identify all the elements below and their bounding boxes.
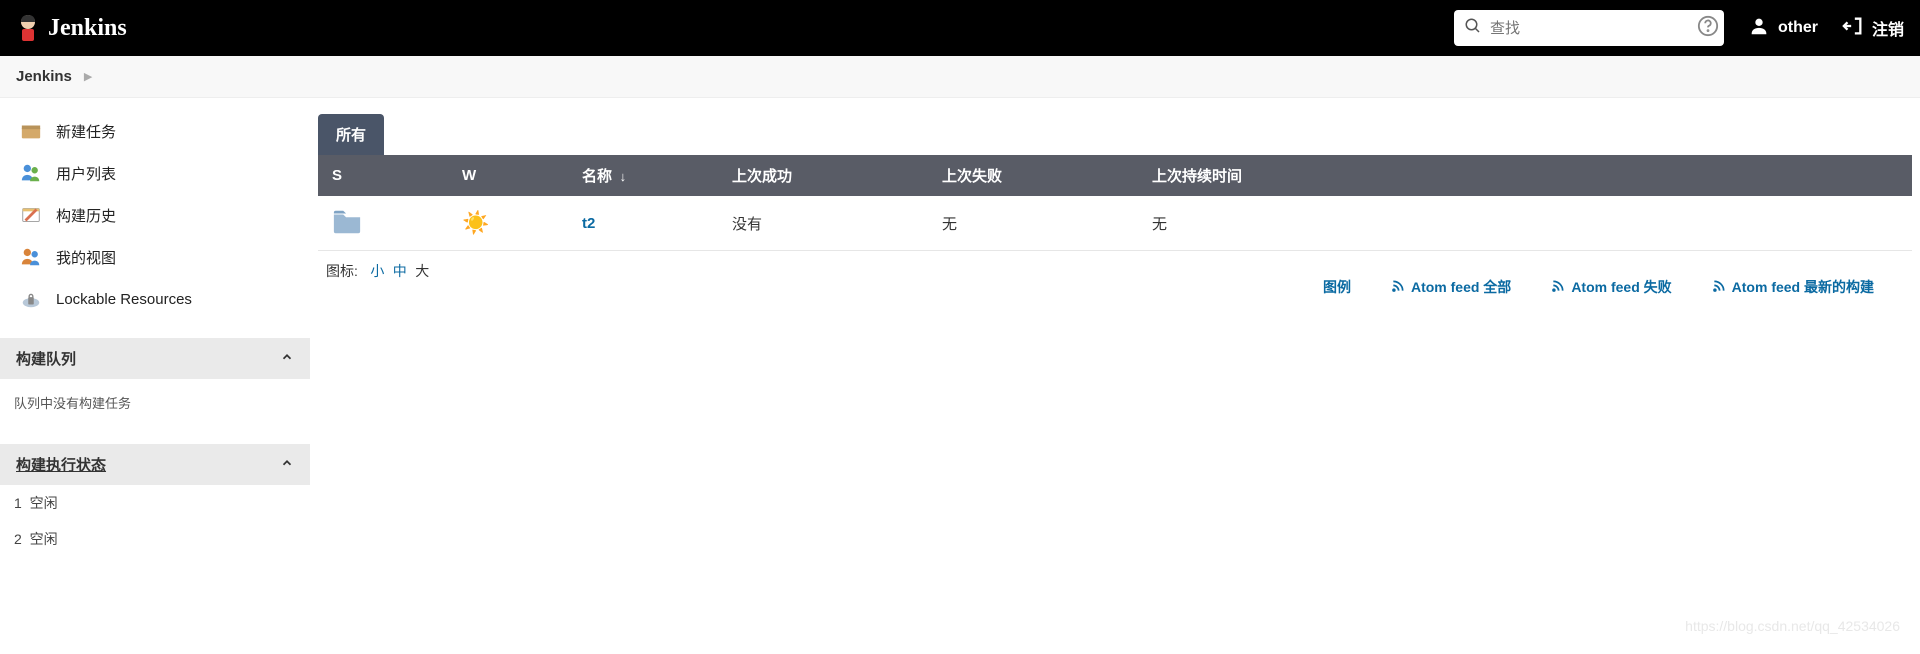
breadcrumb-item[interactable]: Jenkins xyxy=(16,68,72,85)
sun-icon: ☀️ xyxy=(462,210,489,235)
sidebar-item-history[interactable]: 构建历史 xyxy=(0,194,310,236)
user-name: other xyxy=(1778,19,1818,37)
sidebar-item-people[interactable]: 用户列表 xyxy=(0,152,310,194)
icon-size-small[interactable]: 小 xyxy=(370,263,384,279)
job-link[interactable]: t2 xyxy=(582,215,595,232)
cell-last-duration: 无 xyxy=(1138,196,1912,251)
logout-label: 注销 xyxy=(1872,16,1904,40)
cell-last-fail: 无 xyxy=(928,196,1138,251)
build-queue-empty: 队列中没有构建任务 xyxy=(0,379,310,426)
build-queue-header[interactable]: 构建队列 xyxy=(0,338,310,379)
col-name[interactable]: 名称 ↓ xyxy=(568,155,718,196)
search-icon xyxy=(1464,17,1482,40)
build-exec-header[interactable]: 构建执行状态 xyxy=(0,444,310,485)
chevron-up-icon xyxy=(280,350,294,368)
legend-link[interactable]: 图例 xyxy=(1323,277,1351,297)
table-footer: 图标: 小 中 大 图例 Atom feed 全部 Atom feed 失败 A… xyxy=(318,251,1912,307)
watermark: https://blog.csdn.net/qq_42534026 xyxy=(1685,618,1900,634)
rss-icon xyxy=(1712,279,1726,296)
myviews-icon xyxy=(20,246,42,268)
breadcrumb: Jenkins ▶ xyxy=(0,56,1920,98)
lock-icon xyxy=(20,288,42,310)
logout-button[interactable]: 注销 xyxy=(1842,15,1904,42)
user-icon xyxy=(1748,15,1770,42)
chevron-right-icon: ▶ xyxy=(84,70,92,83)
sidebar-item-new[interactable]: 新建任务 xyxy=(0,110,310,152)
sidebar-item-label: Lockable Resources xyxy=(56,291,192,308)
history-icon xyxy=(20,204,42,226)
panel-title: 构建队列 xyxy=(16,348,76,369)
executor-row: 1 空闲 xyxy=(0,485,310,521)
sidebar-item-myviews[interactable]: 我的视图 xyxy=(0,236,310,278)
icon-size-label: 图标: xyxy=(326,263,358,279)
rss-icon xyxy=(1391,279,1405,296)
feed-fail[interactable]: Atom feed 失败 xyxy=(1551,277,1671,297)
brand-text: Jenkins xyxy=(48,15,127,42)
sidebar-item-label: 我的视图 xyxy=(56,247,116,268)
jenkins-logo-icon xyxy=(16,12,40,44)
tabs: 所有 xyxy=(318,114,1912,155)
jobs-table: S W 名称 ↓ 上次成功 上次失败 上次持续时间 ☀️ t2 没有 无 无 xyxy=(318,155,1912,251)
col-last-fail[interactable]: 上次失败 xyxy=(928,155,1138,196)
sidebar-item-lockable[interactable]: Lockable Resources xyxy=(0,278,310,320)
search-box[interactable] xyxy=(1454,10,1724,46)
col-last-success[interactable]: 上次成功 xyxy=(718,155,928,196)
header: Jenkins other 注销 xyxy=(0,0,1920,56)
executor-row: 2 空闲 xyxy=(0,521,310,557)
search-input[interactable] xyxy=(1490,20,1689,37)
folder-icon xyxy=(332,221,362,238)
chevron-up-icon xyxy=(280,456,294,474)
main-content: 所有 S W 名称 ↓ 上次成功 上次失败 上次持续时间 ☀️ t2 没有 xyxy=(310,98,1920,557)
col-last-duration[interactable]: 上次持续时间 xyxy=(1138,155,1912,196)
user-button[interactable]: other xyxy=(1748,15,1818,42)
icon-size-medium[interactable]: 中 xyxy=(393,263,407,279)
feed-all[interactable]: Atom feed 全部 xyxy=(1391,277,1511,297)
build-exec-panel: 构建执行状态 1 空闲 2 空闲 xyxy=(0,444,310,557)
feed-latest[interactable]: Atom feed 最新的构建 xyxy=(1712,277,1874,297)
sidebar-item-label: 构建历史 xyxy=(56,205,116,226)
feed-links: 图例 Atom feed 全部 Atom feed 失败 Atom feed 最… xyxy=(437,277,1904,297)
table-row: ☀️ t2 没有 无 无 xyxy=(318,196,1912,251)
build-queue-panel: 构建队列 队列中没有构建任务 xyxy=(0,338,310,426)
people-icon xyxy=(20,162,42,184)
sidebar-item-label: 用户列表 xyxy=(56,163,116,184)
icon-size-large: 大 xyxy=(415,263,429,279)
logout-icon xyxy=(1842,15,1864,42)
help-icon[interactable] xyxy=(1697,15,1719,42)
logo[interactable]: Jenkins xyxy=(16,12,127,44)
col-weather[interactable]: W xyxy=(448,155,568,196)
new-item-icon xyxy=(20,120,42,142)
rss-icon xyxy=(1551,279,1565,296)
sidebar: 新建任务 用户列表 构建历史 我的视图 Lockable Resources 构… xyxy=(0,98,310,557)
cell-last-success: 没有 xyxy=(718,196,928,251)
col-status[interactable]: S xyxy=(318,155,448,196)
icon-size-control: 图标: 小 中 大 xyxy=(326,261,431,281)
panel-title: 构建执行状态 xyxy=(16,454,106,475)
sort-down-icon: ↓ xyxy=(616,169,626,184)
sidebar-item-label: 新建任务 xyxy=(56,121,116,142)
tab-all[interactable]: 所有 xyxy=(318,114,384,155)
